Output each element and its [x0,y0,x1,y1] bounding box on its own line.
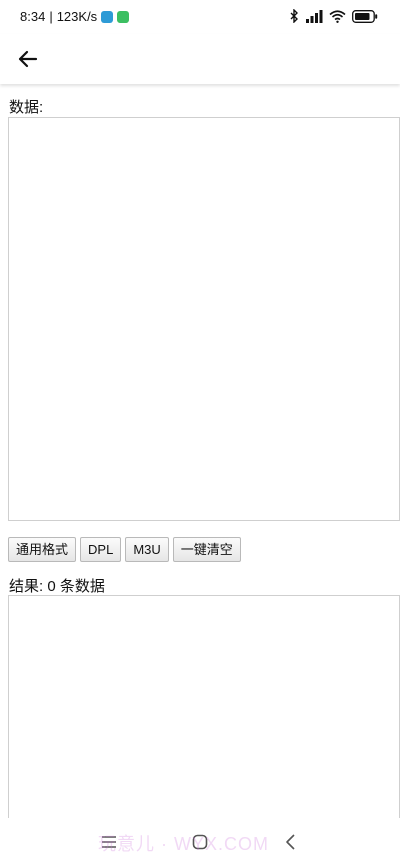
general-format-button[interactable]: 通用格式 [8,537,77,562]
home-icon [192,834,208,850]
app-bar [0,34,400,84]
data-textarea[interactable] [8,117,400,521]
format-button-row: 通用格式 DPL M3U 一键清空 [8,537,241,562]
network-speed: 123K/s [56,9,98,24]
clear-all-button[interactable]: 一键清空 [172,537,241,562]
status-time: 8:34 [20,9,46,24]
bluetooth-icon [290,9,298,23]
wifi-icon [329,9,346,23]
navigation-bar [0,818,400,866]
status-bar-right [289,9,378,23]
status-bar: 8:34 | 123K/s [0,0,400,34]
dpl-button[interactable]: DPL [80,537,122,562]
back-button[interactable] [14,45,42,73]
result-textarea[interactable] [8,595,400,825]
menu-button[interactable] [99,832,123,852]
status-separator: | [49,9,53,24]
signal-icon [306,9,323,23]
notification-app-icon-2 [117,10,130,23]
result-label: 结果: 0 条数据 [9,578,105,595]
arrow-left-icon [18,50,38,68]
m3u-button[interactable]: M3U [125,537,169,562]
back-triangle-icon [286,834,295,850]
menu-icon [102,836,116,848]
notification-app-icon [101,10,114,23]
system-back-button[interactable] [281,832,305,852]
battery-icon [352,9,378,23]
status-bar-left: 8:34 | 123K/s [20,9,130,24]
data-label: 数据: [9,99,44,116]
home-button[interactable] [190,832,214,852]
